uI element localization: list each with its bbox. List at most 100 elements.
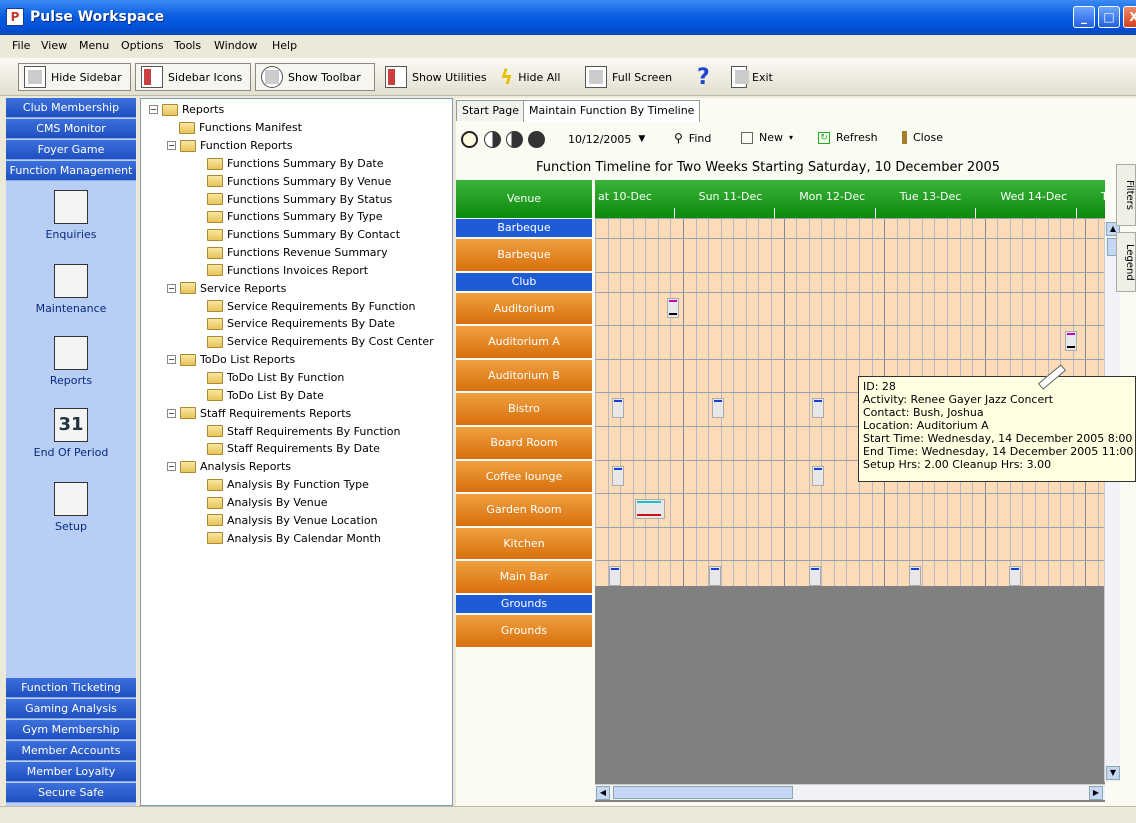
menu-view[interactable]: View [41,39,67,52]
view-half-circle-icon[interactable] [484,131,501,148]
tree-leaf[interactable]: Service Requirements By Cost Center [207,333,434,350]
venue-row-label[interactable]: Barbeque [456,239,592,271]
close-timeline-button[interactable]: Close [902,131,943,144]
show-utilities-button[interactable]: Show Utilities [380,63,492,91]
close-window-button[interactable]: X [1123,6,1136,28]
refresh-button[interactable]: ↻ Refresh [818,131,878,144]
collapse-icon[interactable]: − [167,141,176,150]
collapse-icon[interactable]: − [149,105,158,114]
nav-member-accounts[interactable]: Member Accounts [6,741,136,761]
collapse-icon[interactable]: − [167,355,176,364]
tree-leaf[interactable]: Service Requirements By Date [207,315,395,332]
nav-foyer-game[interactable]: Foyer Game [6,140,136,160]
nav-gaming-analysis[interactable]: Gaming Analysis [6,699,136,719]
function-event[interactable] [612,398,624,419]
venue-row-label[interactable]: Auditorium B [456,359,592,392]
function-event[interactable] [812,465,824,486]
collapse-icon[interactable]: − [167,462,176,472]
function-event[interactable] [909,566,921,587]
tool-reports[interactable]: Reports [6,336,136,387]
menu-menu[interactable]: Menu [79,39,109,52]
venue-row-label[interactable]: Auditorium A [456,326,592,358]
sidebar-icons-button[interactable]: Sidebar Icons [135,63,251,91]
view-full-circle-icon[interactable] [528,131,545,148]
view-empty-circle-icon[interactable] [461,131,478,148]
function-event[interactable] [612,465,624,486]
function-event[interactable] [709,566,721,587]
venue-row-label[interactable]: Grounds [456,615,592,647]
collapse-icon[interactable]: − [167,408,176,418]
show-toolbar-button[interactable]: Show Toolbar [255,63,375,91]
minimize-button[interactable]: _ [1073,6,1095,28]
function-event[interactable] [812,398,824,419]
nav-member-loyalty[interactable]: Member Loyalty [6,762,136,782]
menu-file[interactable]: File [12,39,30,52]
tree-node[interactable]: − Service Reports [167,280,286,297]
venue-row-label[interactable]: Barbeque [456,219,592,237]
tree-node[interactable]: − Staff Requirements Reports [167,405,351,422]
legend-tab[interactable]: Legend [1116,232,1136,292]
tree-leaf[interactable]: Analysis By Venue [207,494,328,511]
filters-tab[interactable]: Filters [1116,164,1136,226]
venue-row-label[interactable]: Auditorium [456,292,592,325]
nav-cms-monitor[interactable]: CMS Monitor [6,119,136,139]
tab-start-page[interactable]: Start Page [456,100,525,121]
tree-leaf[interactable]: Analysis By Venue Location [207,512,378,529]
horizontal-scrollbar[interactable]: ◀ ▶ [595,784,1105,800]
function-event[interactable] [1065,331,1077,352]
view-three-quarter-circle-icon[interactable] [506,131,523,148]
nav-function-management[interactable]: Function Management [6,161,136,181]
tree-leaf[interactable]: Staff Requirements By Date [207,440,380,457]
scroll-right-arrow-icon[interactable]: ▶ [1089,786,1103,800]
tree-leaf[interactable]: ToDo List By Function [207,369,344,386]
tree-leaf[interactable]: Functions Summary By Type [207,208,383,225]
tree-leaf[interactable]: Functions Summary By Status [207,191,392,208]
help-button[interactable]: ? [692,63,715,91]
tree-leaf[interactable]: Analysis By Function Type [207,476,369,493]
date-picker[interactable]: 10/12/2005 ▼ [568,129,664,149]
function-event[interactable] [667,297,679,318]
nav-club-membership[interactable]: Club Membership [6,98,136,118]
function-event[interactable] [712,398,724,419]
scroll-left-arrow-icon[interactable]: ◀ [596,786,610,800]
function-event[interactable] [609,566,621,587]
title-bar[interactable]: P Pulse Workspace _ □ X [0,0,1136,35]
tree-leaf[interactable]: Functions Summary By Venue [207,173,391,190]
find-button[interactable]: ⚲ Find [674,131,711,145]
menu-window[interactable]: Window [214,39,257,52]
menu-options[interactable]: Options [121,39,163,52]
tool-end-of-period[interactable]: 31 End Of Period [6,408,136,459]
function-event[interactable] [1009,566,1021,587]
tree-leaf[interactable]: Functions Summary By Date [207,155,384,172]
tool-maintenance[interactable]: Maintenance [6,264,136,315]
exit-button[interactable]: Exit [726,63,778,91]
tree-node[interactable]: − Analysis Reports [167,458,291,475]
tree-leaf[interactable]: Service Requirements By Function [207,298,415,315]
function-event[interactable] [635,499,665,520]
nav-function-ticketing[interactable]: Function Ticketing [6,678,136,698]
tree-leaf[interactable]: Functions Invoices Report [207,262,368,279]
tree-leaf[interactable]: Functions Summary By Contact [207,226,400,243]
tree-node[interactable]: − ToDo List Reports [167,351,295,368]
tool-setup[interactable]: Setup [6,482,136,533]
nav-secure-safe[interactable]: Secure Safe [6,783,136,803]
hide-sidebar-button[interactable]: Hide Sidebar [18,63,131,91]
new-button[interactable]: New ▾ [741,131,793,144]
menu-help[interactable]: Help [272,39,297,52]
venue-row-label[interactable]: Main Bar [456,561,592,593]
tree-node[interactable]: Functions Manifest [179,119,302,136]
tree-leaf[interactable]: Functions Revenue Summary [207,244,388,261]
venue-row-label[interactable]: Grounds [456,595,592,613]
function-event[interactable] [809,566,821,587]
venue-row-label[interactable]: Club [456,272,592,291]
collapse-icon[interactable]: − [167,283,176,293]
venue-row-label[interactable]: Kitchen [456,527,592,560]
venue-row-label[interactable]: Garden Room [456,494,592,526]
tree-leaf[interactable]: ToDo List By Date [207,387,324,404]
hide-all-button[interactable]: ϟ Hide All [495,63,565,91]
tree-root[interactable]: − Reports [149,101,224,118]
tree-leaf[interactable]: Staff Requirements By Function [207,423,400,440]
tree-leaf[interactable]: Analysis By Calendar Month [207,530,381,547]
venue-row-label[interactable]: Coffee lounge [456,460,592,493]
venue-row-label[interactable]: Board Room [456,427,592,459]
